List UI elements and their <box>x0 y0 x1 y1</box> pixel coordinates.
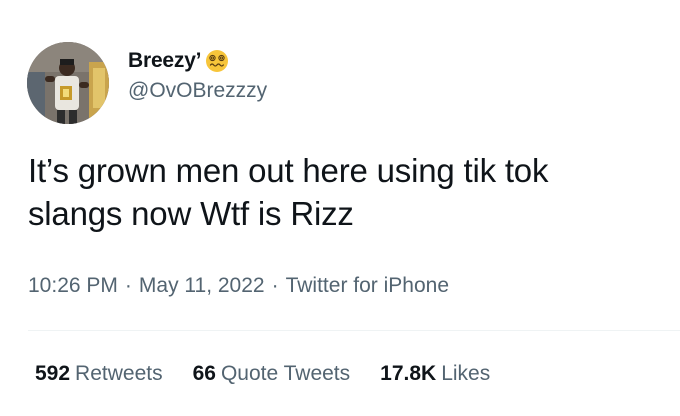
likes-stat[interactable]: 17.8K Likes <box>380 362 490 386</box>
display-name: Breezy’ <box>128 49 202 72</box>
engagement-stats: 592 Retweets 66 Quote Tweets 17.8K Likes <box>35 362 520 386</box>
meta-separator: · <box>271 274 279 297</box>
tweet-date[interactable]: May 11, 2022 <box>139 274 265 298</box>
profile-photo-avatar <box>27 42 109 124</box>
tweet-time[interactable]: 10:26 PM <box>28 274 118 298</box>
quote-tweets-label: Quote Tweets <box>220 362 351 385</box>
retweets-count: 592 <box>35 362 71 385</box>
author-info: Breezy’ @OvOBrezzzy <box>128 47 267 103</box>
quote-tweets-stat[interactable]: 66 Quote Tweets <box>193 362 351 386</box>
retweets-label: Retweets <box>75 362 163 385</box>
tweet-card: Breezy’ @OvOBrezzzy It’s grown men out h… <box>0 0 680 416</box>
woozy-face-emoji-icon <box>205 49 229 73</box>
likes-label: Likes <box>441 362 491 385</box>
likes-count: 17.8K <box>380 362 437 385</box>
quote-tweets-count: 66 <box>192 362 216 385</box>
meta-separator: · <box>124 274 132 297</box>
tweet-meta: 10:26 PM · May 11, 2022 · Twitter for iP… <box>28 274 449 298</box>
author-handle[interactable]: @OvOBrezzzy <box>128 79 267 103</box>
display-name-link[interactable]: Breezy’ <box>128 47 267 75</box>
divider <box>28 330 680 331</box>
tweet-source-link[interactable]: Twitter for iPhone <box>286 274 449 298</box>
retweets-stat[interactable]: 592 Retweets <box>35 362 163 386</box>
tweet-text: It’s grown men out here using tik tok sl… <box>28 152 549 232</box>
avatar[interactable] <box>27 42 109 124</box>
